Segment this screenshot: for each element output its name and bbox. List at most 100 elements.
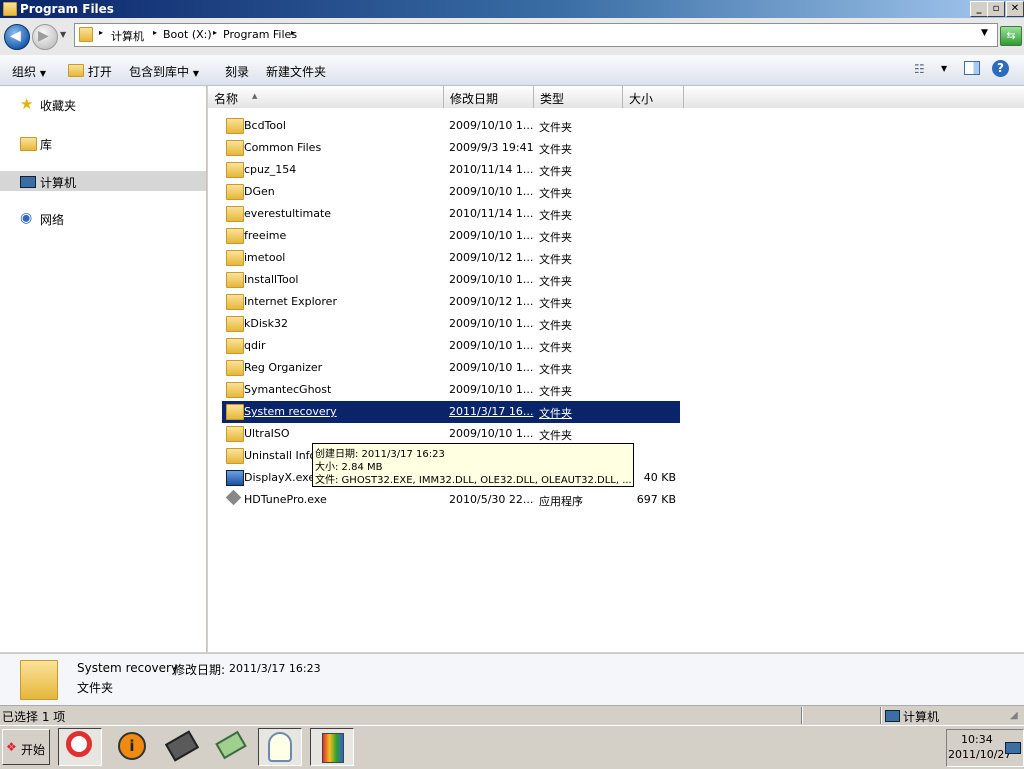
details-modified-value: 2011/3/17 16:23 — [229, 662, 321, 675]
file-row[interactable]: UltraISO 2009/10/10 1... 文件夹 — [222, 423, 680, 445]
file-type: 文件夹 — [539, 275, 572, 288]
file-row[interactable]: System recovery 2011/3/17 16... 文件夹 — [222, 401, 680, 423]
file-row[interactable]: kDisk32 2009/10/10 1... 文件夹 — [222, 313, 680, 335]
back-button[interactable]: ◀ — [4, 24, 30, 50]
folder-icon — [226, 206, 244, 222]
file-row[interactable]: imetool 2009/10/12 1... 文件夹 — [222, 247, 680, 269]
file-type: 文件夹 — [539, 319, 572, 332]
breadcrumb-drive[interactable]: Boot (X:) — [163, 28, 212, 41]
taskbar-app-ghost[interactable] — [258, 728, 302, 766]
file-name: qdir — [244, 339, 266, 352]
file-row[interactable]: SymantecGhost 2009/10/10 1... 文件夹 — [222, 379, 680, 401]
forward-button[interactable]: ▶ — [32, 24, 58, 50]
file-name: Reg Organizer — [244, 361, 323, 374]
column-type[interactable]: 类型 — [534, 86, 623, 108]
start-button[interactable]: ❖ 开始 — [2, 729, 50, 765]
ghost-icon — [268, 732, 292, 762]
file-row[interactable]: Internet Explorer 2009/10/12 1... 文件夹 — [222, 291, 680, 313]
file-tooltip: 创建日期: 2011/3/17 16:23 大小: 2.84 MB 文件: GH… — [312, 443, 634, 487]
organize-button[interactable]: 组织 ▼ — [12, 63, 46, 80]
column-name[interactable]: 名称 ▲ — [208, 86, 444, 108]
taskbar-app-rescue[interactable] — [58, 728, 102, 766]
breadcrumb-folder[interactable]: Program Files — [223, 28, 297, 41]
file-date: 2009/10/10 1... — [449, 273, 534, 286]
file-date: 2010/11/14 1... — [449, 207, 534, 220]
file-date: 2009/9/3 19:41 — [449, 141, 534, 154]
details-modified-label: 修改日期: — [173, 663, 226, 677]
file-row[interactable]: Reg Organizer 2009/10/10 1... 文件夹 — [222, 357, 680, 379]
title-bar[interactable]: Program Files _ ▫ ✕ — [0, 0, 1024, 18]
chevron-down-icon[interactable]: ▼ — [941, 64, 947, 73]
file-row[interactable]: freeime 2009/10/10 1... 文件夹 — [222, 225, 680, 247]
column-date[interactable]: 修改日期 — [444, 86, 534, 108]
folder-icon — [226, 162, 244, 178]
burn-button[interactable]: 刻录 — [225, 63, 249, 80]
nav-item-computer[interactable]: 计算机 — [0, 171, 206, 191]
nav-item-favorites[interactable]: ★ 收藏夹 — [0, 94, 206, 114]
recent-pages-dropdown[interactable]: ▼ — [60, 30, 66, 39]
nav-item-network[interactable]: ◉ 网络 — [0, 208, 206, 228]
file-date: 2010/5/30 22... — [449, 493, 534, 506]
file-row[interactable]: HDTunePro.exe 2010/5/30 22... 应用程序 697 KB — [222, 489, 680, 511]
refresh-button[interactable]: ⇆ — [1000, 26, 1022, 46]
preview-pane-button[interactable] — [964, 61, 980, 75]
taskbar-app-paint[interactable] — [310, 728, 354, 766]
exe-icon — [226, 470, 244, 486]
file-row[interactable]: Common Files 2009/9/3 19:41 文件夹 — [222, 137, 680, 159]
refresh-icon: ⇆ — [1006, 29, 1016, 42]
file-date: 2009/10/10 1... — [449, 339, 534, 352]
file-row[interactable]: DGen 2009/10/10 1... 文件夹 — [222, 181, 680, 203]
file-name: Common Files — [244, 141, 322, 154]
file-type: 文件夹 — [539, 209, 572, 222]
info-icon: i — [118, 732, 146, 760]
taskbar-app-harddisk[interactable] — [160, 728, 202, 764]
file-row[interactable]: qdir 2009/10/10 1... 文件夹 — [222, 335, 680, 357]
clock-date[interactable]: 2011/10/27 — [948, 748, 1011, 761]
file-date: 2009/10/12 1... — [449, 295, 534, 308]
address-bar[interactable]: ▸ 计算机 ▸ Boot (X:) ▸ Program Files ▸ ▼ — [74, 23, 998, 47]
navigation-pane: ★ 收藏夹 库 计算机 ◉ 网络 — [0, 86, 207, 652]
file-row[interactable]: everestultimate 2010/11/14 1... 文件夹 — [222, 203, 680, 225]
star-icon: ★ — [20, 95, 34, 113]
file-date: 2009/10/10 1... — [449, 317, 534, 330]
file-type: 文件夹 — [539, 187, 572, 200]
nav-item-libraries[interactable]: 库 — [0, 133, 206, 153]
details-pane: System recovery 修改日期: 2011/3/17 16:23 文件… — [0, 653, 1024, 705]
minimize-button[interactable]: _ — [970, 1, 988, 17]
resize-grip-icon[interactable]: ◢ — [1010, 710, 1018, 721]
taskbar-app-disktool[interactable] — [210, 728, 252, 764]
file-type: 文件夹 — [539, 121, 572, 134]
file-name: imetool — [244, 251, 286, 264]
clock-time[interactable]: 10:34 — [961, 733, 993, 746]
include-library-button[interactable]: 包含到库中 ▼ — [129, 63, 199, 80]
file-row[interactable]: BcdTool 2009/10/10 1... 文件夹 — [222, 115, 680, 137]
chevron-right-icon[interactable]: ▸ — [99, 28, 103, 37]
open-button[interactable]: 打开 — [68, 63, 112, 80]
new-folder-button[interactable]: 新建文件夹 — [266, 63, 326, 80]
file-name: InstallTool — [244, 273, 299, 286]
folder-icon — [226, 382, 244, 398]
file-type: 应用程序 — [539, 495, 583, 508]
address-dropdown-icon[interactable]: ▼ — [981, 28, 988, 38]
file-date: 2009/10/10 1... — [449, 361, 534, 374]
maximize-button[interactable]: ▫ — [987, 1, 1005, 17]
view-options-icon[interactable]: ☷ — [914, 62, 925, 76]
column-size[interactable]: 大小 — [623, 86, 684, 108]
desktop-icon[interactable] — [1005, 742, 1021, 754]
folder-icon — [226, 118, 244, 134]
taskbar-app-info[interactable]: i — [110, 728, 152, 764]
breadcrumb-computer[interactable]: 计算机 — [111, 28, 144, 44]
chevron-right-icon[interactable]: ▸ — [291, 28, 295, 37]
chevron-right-icon[interactable]: ▸ — [153, 28, 157, 37]
file-name: Internet Explorer — [244, 295, 337, 308]
folder-icon — [79, 27, 93, 42]
close-button[interactable]: ✕ — [1006, 1, 1024, 17]
chevron-right-icon[interactable]: ▸ — [213, 28, 217, 37]
folder-icon — [226, 426, 244, 442]
file-name: BcdTool — [244, 119, 286, 132]
file-name: kDisk32 — [244, 317, 288, 330]
file-row[interactable]: InstallTool 2009/10/10 1... 文件夹 — [222, 269, 680, 291]
file-type: 文件夹 — [539, 253, 572, 266]
file-row[interactable]: cpuz_154 2010/11/14 1... 文件夹 — [222, 159, 680, 181]
help-icon[interactable]: ? — [992, 60, 1009, 77]
